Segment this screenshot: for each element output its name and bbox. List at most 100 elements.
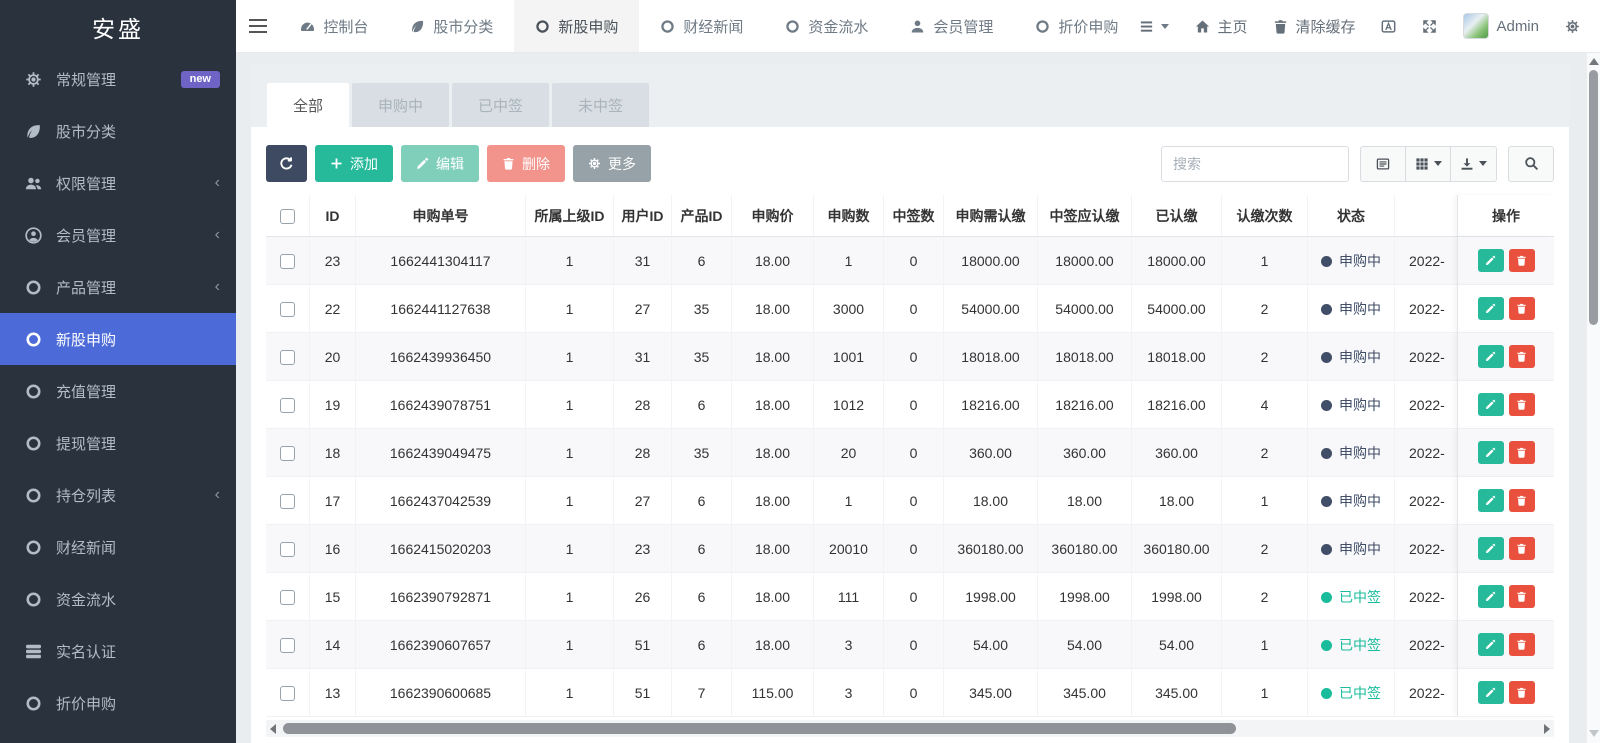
- sidebar-item[interactable]: 产品管理: [0, 261, 236, 313]
- add-button[interactable]: 添加: [315, 145, 393, 182]
- language-button[interactable]: [1381, 19, 1396, 34]
- row-delete-button[interactable]: [1509, 249, 1535, 272]
- column-header[interactable]: 状态: [1308, 195, 1395, 237]
- row-edit-button[interactable]: [1478, 489, 1504, 512]
- sidebar-item[interactable]: 实名认证: [0, 625, 236, 677]
- row-edit-button[interactable]: [1478, 297, 1504, 320]
- row-checkbox[interactable]: [280, 590, 295, 605]
- sidebar-item[interactable]: 充值管理: [0, 365, 236, 417]
- row-delete-button[interactable]: [1509, 345, 1535, 368]
- column-header[interactable]: 所属上级ID: [526, 195, 614, 237]
- select-all-checkbox[interactable]: [280, 209, 295, 224]
- sidebar-item[interactable]: 资金流水: [0, 573, 236, 625]
- row-checkbox[interactable]: [280, 398, 295, 413]
- row-delete-button[interactable]: [1509, 489, 1535, 512]
- column-header[interactable]: ID: [310, 195, 356, 237]
- row-checkbox[interactable]: [280, 254, 295, 269]
- row-checkbox[interactable]: [280, 446, 295, 461]
- horizontal-scrollbar[interactable]: [266, 720, 1554, 737]
- row-edit-button[interactable]: [1478, 249, 1504, 272]
- column-header[interactable]: 申购需认缴: [944, 195, 1038, 237]
- column-header[interactable]: 申购数: [814, 195, 884, 237]
- row-delete-button[interactable]: [1509, 537, 1535, 560]
- scroll-down-arrow-icon[interactable]: [1589, 730, 1599, 737]
- nav-tab[interactable]: 控制台: [279, 0, 389, 52]
- sidebar-item[interactable]: 持仓列表: [0, 469, 236, 521]
- sidebar-item[interactable]: 提现管理: [0, 417, 236, 469]
- row-checkbox[interactable]: [280, 302, 295, 317]
- status-badge: 申购中: [1308, 477, 1395, 525]
- row-delete-button[interactable]: [1509, 681, 1535, 704]
- clear-cache-button[interactable]: 清除缓存: [1273, 16, 1355, 37]
- row-delete-button[interactable]: [1509, 585, 1535, 608]
- filter-tab[interactable]: 全部: [267, 83, 349, 127]
- column-header[interactable]: 已认缴: [1132, 195, 1222, 237]
- menu-toggle-button[interactable]: [236, 0, 279, 52]
- sidebar-item[interactable]: 会员管理: [0, 209, 236, 261]
- nav-tab[interactable]: 财经新闻: [639, 0, 764, 52]
- refresh-button[interactable]: [266, 145, 307, 182]
- nav-tab[interactable]: 新股申购: [514, 0, 639, 52]
- row-delete-button[interactable]: [1509, 633, 1535, 656]
- column-header[interactable]: 中签数: [884, 195, 944, 237]
- scroll-right-arrow-icon[interactable]: [1544, 724, 1550, 734]
- row-edit-button[interactable]: [1478, 345, 1504, 368]
- column-header[interactable]: 申购价: [732, 195, 814, 237]
- sidebar-item[interactable]: 新股申购: [0, 313, 236, 365]
- row-edit-button[interactable]: [1478, 537, 1504, 560]
- export-button[interactable]: [1451, 147, 1496, 181]
- column-header[interactable]: 认缴次数: [1222, 195, 1308, 237]
- row-delete-button[interactable]: [1509, 441, 1535, 464]
- sidebar-item-label: 股市分类: [56, 121, 116, 142]
- row-edit-button[interactable]: [1478, 441, 1504, 464]
- row-checkbox[interactable]: [280, 350, 295, 365]
- search-button[interactable]: [1508, 146, 1554, 182]
- vertical-scrollbar[interactable]: [1586, 53, 1600, 743]
- settings-button[interactable]: [1565, 19, 1580, 34]
- scroll-left-arrow-icon[interactable]: [270, 724, 276, 734]
- row-edit-button[interactable]: [1478, 393, 1504, 416]
- search-input[interactable]: [1161, 146, 1349, 182]
- row-checkbox[interactable]: [280, 686, 295, 701]
- window-list-dropdown[interactable]: [1139, 19, 1169, 34]
- vertical-scrollbar-thumb[interactable]: [1589, 70, 1598, 325]
- scroll-up-arrow-icon[interactable]: [1589, 58, 1599, 65]
- sidebar-item[interactable]: 股市分类: [0, 105, 236, 157]
- column-header[interactable]: 中签应认缴: [1038, 195, 1132, 237]
- filter-tab[interactable]: 申购中: [352, 83, 449, 127]
- row-checkbox[interactable]: [280, 494, 295, 509]
- user-menu[interactable]: Admin: [1463, 13, 1539, 39]
- row-checkbox[interactable]: [280, 542, 295, 557]
- nav-tab[interactable]: 资金流水: [764, 0, 889, 52]
- sidebar-item[interactable]: 常规管理new: [0, 53, 236, 105]
- sidebar-item[interactable]: 权限管理: [0, 157, 236, 209]
- nav-tab[interactable]: 折价申购: [1014, 0, 1139, 52]
- cell-id: 19: [310, 381, 356, 429]
- filter-tab[interactable]: 未中签: [552, 83, 649, 127]
- columns-button[interactable]: [1406, 147, 1451, 181]
- row-delete-button[interactable]: [1509, 297, 1535, 320]
- edit-button[interactable]: 编辑: [401, 145, 479, 182]
- column-header[interactable]: 用户ID: [614, 195, 672, 237]
- sidebar-item-label: 常规管理: [56, 69, 116, 90]
- status-dot-icon: [1321, 640, 1332, 651]
- filter-tab[interactable]: 已中签: [452, 83, 549, 127]
- status-dot-icon: [1321, 688, 1332, 699]
- fullscreen-button[interactable]: [1422, 19, 1437, 34]
- row-edit-button[interactable]: [1478, 585, 1504, 608]
- row-delete-button[interactable]: [1509, 393, 1535, 416]
- column-header[interactable]: 产品ID: [672, 195, 732, 237]
- row-edit-button[interactable]: [1478, 681, 1504, 704]
- nav-tab[interactable]: 股市分类: [389, 0, 514, 52]
- horizontal-scrollbar-thumb[interactable]: [283, 723, 1236, 734]
- sidebar-item[interactable]: 折价申购: [0, 677, 236, 729]
- column-header[interactable]: 申购单号: [356, 195, 526, 237]
- more-button[interactable]: 更多: [573, 145, 651, 182]
- detail-view-button[interactable]: [1361, 147, 1406, 181]
- row-checkbox[interactable]: [280, 638, 295, 653]
- home-button[interactable]: 主页: [1195, 16, 1247, 37]
- nav-tab[interactable]: 会员管理: [889, 0, 1014, 52]
- row-edit-button[interactable]: [1478, 633, 1504, 656]
- sidebar-item[interactable]: 财经新闻: [0, 521, 236, 573]
- delete-button[interactable]: 删除: [487, 145, 565, 182]
